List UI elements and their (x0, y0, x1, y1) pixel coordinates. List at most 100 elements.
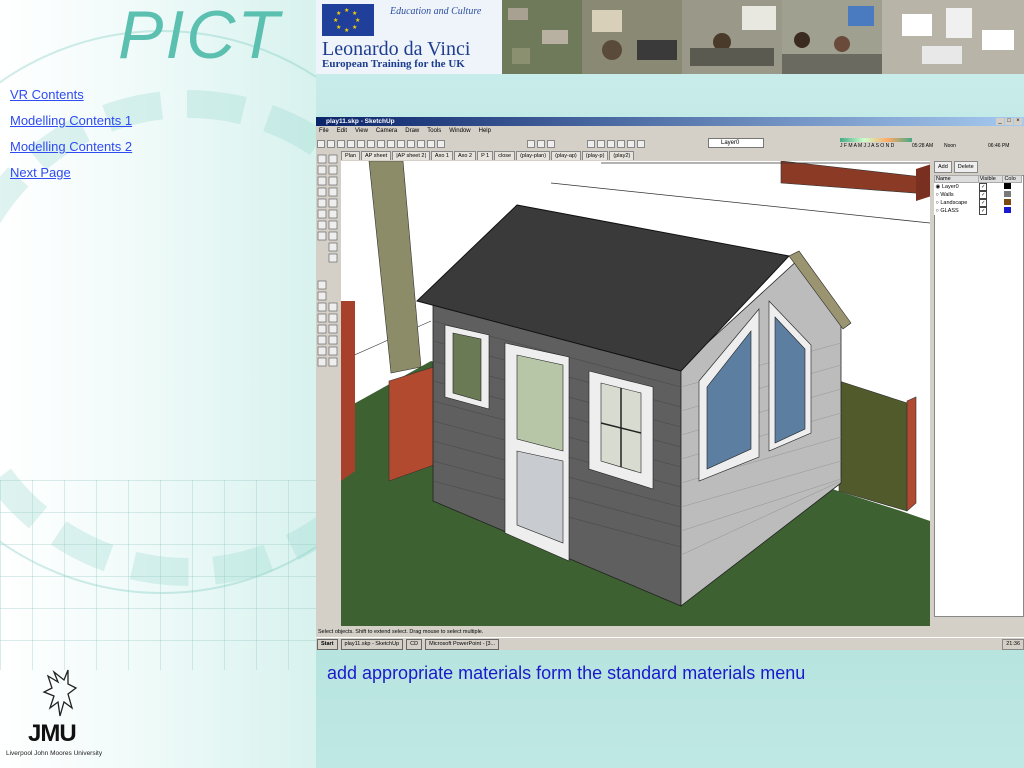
iso-view-icon[interactable] (587, 139, 595, 148)
layer-row[interactable]: ○ GLASS ✓ (935, 207, 1022, 215)
program-line-1: Education and Culture (390, 6, 482, 17)
layer-color-swatch[interactable] (1003, 207, 1011, 213)
layer-radio-icon[interactable]: ○ (936, 200, 939, 206)
add-layer-button[interactable]: Add (934, 161, 952, 173)
shadow-noon: Noon (944, 143, 956, 149)
redo-icon[interactable] (407, 139, 415, 148)
back-view-icon[interactable] (627, 139, 635, 148)
menu-view[interactable]: View (355, 127, 368, 136)
print-icon[interactable] (417, 139, 425, 148)
paste-icon[interactable] (377, 139, 385, 148)
save-icon[interactable] (337, 139, 345, 148)
layer-dropdown[interactable]: Layer0 (708, 138, 764, 148)
nav-link-modelling-contents-2[interactable]: Modelling Contents 2 (10, 134, 132, 160)
nav-link-next-page[interactable]: Next Page (10, 160, 132, 186)
slide-caption: add appropriate materials form the stand… (327, 663, 806, 683)
layer-color-swatch[interactable] (1003, 199, 1011, 205)
layers-col-name[interactable]: Name (934, 175, 979, 183)
scene-tab-p1[interactable]: P 1 (477, 151, 494, 160)
layers-list-background (934, 175, 1024, 617)
drawing-viewport[interactable] (341, 161, 930, 626)
left-view-icon[interactable] (637, 139, 645, 148)
layer-color-swatch[interactable] (1003, 183, 1011, 189)
layer-row[interactable]: ○ Landscape ✓ (935, 199, 1022, 207)
layers-col-color[interactable]: Colo (1002, 175, 1022, 183)
tall-post (368, 161, 422, 374)
model-info-icon[interactable] (427, 139, 435, 148)
shadow-months: J F M A M J J A S O N D (840, 143, 895, 149)
close-button[interactable]: × (1014, 118, 1022, 125)
visible-checkbox[interactable]: ✓ (979, 199, 988, 207)
task-powerpoint[interactable]: Microsoft PowerPoint - [3... (425, 638, 500, 650)
erase-icon[interactable] (387, 139, 395, 148)
scene-tab-axo-2[interactable]: Axo 2 (454, 151, 477, 160)
copy-icon[interactable] (367, 139, 375, 148)
scene-tab-ap-sheet-2[interactable]: |AP sheet 2| (392, 151, 430, 160)
layers-col-visible[interactable]: Visible (977, 175, 1004, 183)
menu-tools[interactable]: Tools (427, 127, 441, 136)
liver-bird-icon (42, 669, 78, 717)
top-view-icon[interactable] (597, 139, 605, 148)
eu-flag-icon: ★ ★ ★ ★ ★ ★ ★ ★ (322, 4, 374, 36)
scene-tab-play-plan[interactable]: (play-plan) (516, 151, 551, 160)
layer-radio-icon[interactable]: ○ (936, 192, 939, 198)
visible-checkbox[interactable]: ✓ (979, 183, 988, 191)
shed-model[interactable] (341, 161, 930, 626)
open-file-icon[interactable] (327, 139, 335, 148)
visible-checkbox[interactable]: ✓ (979, 191, 988, 199)
nav-link-vr-contents[interactable]: VR Contents (10, 82, 132, 108)
nav-link-modelling-contents-1[interactable]: Modelling Contents 1 (10, 108, 132, 134)
layers-table: Name Visible Colo ◉ Layer0 ✓ ○ Walls ✓ ○… (934, 175, 1022, 215)
layer-radio-icon[interactable]: ◉ (936, 184, 941, 190)
window-title: play11.skp - SketchUp (326, 118, 395, 125)
undo-icon[interactable] (397, 139, 405, 148)
aerial-photo-2 (882, 0, 1024, 74)
shadow-settings-bar[interactable]: J F M A M J J A S O N D 05:28 AM Noon 06… (840, 138, 1020, 149)
new-file-icon[interactable] (317, 139, 325, 148)
decorative-grid (0, 480, 316, 670)
status-bar: Select objects. Shift to extend select. … (318, 629, 484, 635)
scene-tab-close[interactable]: close (494, 151, 516, 160)
scene-tab-play-ap[interactable]: (play-ap) (551, 151, 581, 160)
far-wall-end (916, 164, 930, 201)
menu-camera[interactable]: Camera (376, 127, 397, 136)
select-tool-icon[interactable] (527, 139, 535, 148)
layer-name: Landscape (940, 200, 968, 206)
right-view-icon[interactable] (617, 139, 625, 148)
pict-logo: PICT (118, 0, 281, 73)
task-cd[interactable]: CD (406, 638, 423, 650)
menu-file[interactable]: File (319, 127, 329, 136)
start-button[interactable]: Start (317, 638, 338, 650)
make-component-icon[interactable] (347, 139, 355, 148)
minimize-button[interactable]: _ (996, 118, 1004, 125)
scene-tab-plan[interactable]: Plan (341, 151, 361, 160)
cut-icon[interactable] (357, 139, 365, 148)
jmu-logo: JMU Liverpool John Moores University (6, 668, 126, 762)
scene-tab-axo-1[interactable]: Axo 1 (430, 151, 453, 160)
scene-tab-play-p[interactable]: (play-p) (581, 151, 609, 160)
front-view-icon[interactable] (607, 139, 615, 148)
maximize-button[interactable]: □ (1005, 118, 1013, 125)
menu-draw[interactable]: Draw (405, 127, 419, 136)
delete-layer-button[interactable]: Delete (953, 161, 978, 173)
scene-tabs: Plan AP sheet |AP sheet 2| Axo 1 Axo 2 P… (341, 151, 635, 160)
paint-bucket-icon[interactable] (547, 139, 555, 148)
visible-checkbox[interactable]: ✓ (979, 207, 988, 215)
leonardo-da-vinci-logo: ★ ★ ★ ★ ★ ★ ★ ★ Education and Culture Leonard… (316, 0, 502, 74)
eraser-tool-icon[interactable] (537, 139, 545, 148)
layer-radio-icon[interactable]: ○ (936, 208, 939, 214)
help-icon[interactable] (437, 139, 445, 148)
classroom-photo-3 (782, 0, 882, 74)
menu-window[interactable]: Window (449, 127, 470, 136)
menu-edit[interactable]: Edit (337, 127, 347, 136)
scene-tab-play2[interactable]: (play2) (609, 151, 635, 160)
menu-help[interactable]: Help (479, 127, 491, 136)
scene-tab-ap-sheet[interactable]: AP sheet (361, 151, 392, 160)
tool-icons[interactable] (316, 153, 340, 373)
layer-color-swatch[interactable] (1003, 191, 1011, 197)
layer-row[interactable]: ○ Walls ✓ (935, 191, 1022, 199)
right-wall-face (838, 380, 908, 512)
top-banner: ★ ★ ★ ★ ★ ★ ★ ★ Education and Culture Leonard… (316, 0, 1024, 74)
task-sketchup[interactable]: play11.skp - SketchUp (340, 638, 404, 650)
layer-row[interactable]: ◉ Layer0 ✓ (935, 183, 1022, 191)
